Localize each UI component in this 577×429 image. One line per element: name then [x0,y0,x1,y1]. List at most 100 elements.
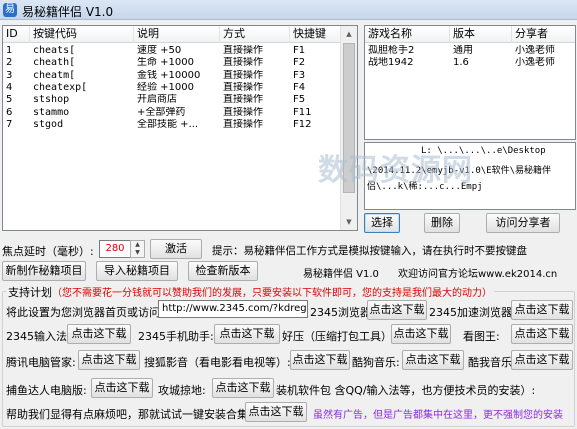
column-header-sharer[interactable]: 分享者 [512,26,575,43]
download-phone-helper-button[interactable]: 点击这下载 [214,324,280,344]
cell-desc: 开启商店 [137,94,177,106]
activate-button[interactable]: 激活 [150,239,202,259]
spin-up-icon[interactable]: ▲ [131,241,144,249]
cell-id: 5 [6,94,13,106]
download-siege-button[interactable]: 点击这下载 [212,378,274,398]
scroll-down-arrow-icon[interactable]: ▼ [341,214,357,230]
title-bar: 易 易秘籍伴侣 V1.0 [0,0,577,20]
cheat-list-scrollbar[interactable]: ▲ ▼ [340,26,357,230]
column-header-hotkey[interactable]: 快捷键 [290,26,343,43]
cell-id: 2 [6,57,13,69]
delete-button[interactable]: 删除 [424,213,460,233]
cell-desc: 金钱 +10000 [137,69,201,81]
new-cheat-button[interactable]: 新制作秘籍项目 [2,261,86,281]
homepage-url-input[interactable]: http://www.2345.com/?kdreg [158,300,308,318]
cell-desc: 生命 +1000 [137,57,195,69]
spin-down-icon[interactable]: ▼ [131,249,144,257]
cell-id: 7 [6,118,13,130]
game-list[interactable]: 游戏名称 版本 分享者 孤胆枪手2 通用 小逸老师 战地1942 1.6 小逸老师 [364,25,576,140]
cell-id: 1 [6,45,13,56]
fast-browser-label: 2345加速浏览器: [429,306,516,319]
image-viewer-label: 看图王: [463,330,500,343]
cell-hotkey: F12 [293,118,312,130]
cell-desc: 经验 +1000 [137,81,195,93]
cell-code: cheatexp[ [33,81,88,93]
cell-game-name: 孤胆枪手2 [368,45,415,56]
table-row[interactable]: 1 cheats[速度 +50 直接操作 F1 [3,45,343,57]
download-fast-browser-button[interactable]: 点击这下载 [511,300,573,320]
delay-label: 焦点延时（毫秒）: [2,245,94,258]
download-all-in-one-button[interactable]: 点击这下载 [245,402,307,422]
download-browser-button[interactable]: 点击这下载 [367,300,427,320]
cell-id: 4 [6,81,13,93]
support-title: 支持计划 [8,286,52,299]
phone-helper-label: 2345手机助手: [138,330,214,343]
import-cheat-button[interactable]: 导入秘籍项目 [96,261,178,281]
download-fishing-button[interactable]: 点击这下载 [91,378,153,398]
window-title: 易秘籍伴侣 V1.0 [22,5,114,19]
scroll-up-arrow-icon[interactable]: ▲ [341,26,357,42]
app-logo-icon: 易 [3,3,17,17]
table-row[interactable]: 5 stshop 开启商店 直接操作 F5 [3,94,343,106]
cheat-list-header: ID 按键代码 说明 方式 快捷键 [3,26,343,43]
check-version-button[interactable]: 检查新版本 [188,261,258,281]
homepage-label: 将此设置为您浏览器首页或访问: [6,306,164,319]
table-row[interactable]: 4 cheatexp[ 经验 +1000 直接操作 F4 [3,82,343,94]
table-row[interactable]: 6 stammo +全部弹药 直接操作 F11 [3,107,343,119]
watermark: 数码资源网 [318,153,473,188]
cell-desc: +全部弹药 [137,106,186,118]
cell-hotkey: F4 [293,81,306,93]
cell-mode: 直接操作 [223,94,263,106]
browser-label: 2345浏览器: [310,306,375,319]
delay-spinner[interactable]: ▲ ▼ [130,240,145,258]
download-kugou-button[interactable]: 点击这下载 [402,350,464,370]
table-row[interactable]: 孤胆枪手2 通用 小逸老师 [365,45,575,57]
siege-label: 攻城掠地: [158,384,206,397]
column-header-version[interactable]: 版本 [450,26,512,43]
cell-hotkey: F2 [293,57,306,69]
input-method-label: 2345输入法: [6,330,71,343]
cheat-list[interactable]: ID 按键代码 说明 方式 快捷键 1 cheats[速度 +50 直接操作 F1 2 c… [2,25,358,231]
column-header-id[interactable]: ID [3,26,30,43]
cell-mode: 直接操作 [223,81,263,93]
cell-code: cheatm[ [33,69,76,81]
download-input-method-button[interactable]: 点击这下载 [67,324,131,344]
app-version-label: 易秘籍伴侣 V1.0 [303,269,379,280]
table-row[interactable]: 2 cheath[生命 +1000 直接操作 F2 [3,57,343,69]
cell-code: stgod [33,118,64,130]
tencent-manager-label: 腾讯电脑管家: [6,356,76,369]
download-haozip-button[interactable]: 点击这下载 [391,324,451,344]
select-button[interactable]: 选择 [364,213,400,233]
column-header-game-name[interactable]: 游戏名称 [365,26,450,43]
ad-note: 虽然有广告，但是广告都集中在这里，更不强制您的安装 [313,410,563,421]
cell-code: cheath[ [33,57,76,69]
visit-sharer-button[interactable]: 访问分享者 [486,213,560,233]
cell-code: stshop [33,94,70,106]
cell-hotkey: F3 [293,69,306,81]
cell-code: cheats[ [33,45,76,56]
fishing-label: 捕鱼达人电脑版: [6,384,87,397]
column-header-code[interactable]: 按键代码 [30,26,134,43]
column-header-desc[interactable]: 说明 [134,26,220,43]
table-row[interactable]: 7 stgod 全部技能 +... 直接操作 F12 [3,119,343,131]
download-tencent-manager-button[interactable]: 点击这下载 [78,350,140,370]
cell-id: 6 [6,106,13,118]
forum-link[interactable]: 欢迎访问官方论坛www.ek2014.cn [398,265,557,280]
cell-sharer: 小逸老师 [515,45,555,56]
sohu-video-label: 搜狐影音（看电影看电视等）: [144,356,291,369]
table-row[interactable]: 战地1942 1.6 小逸老师 [365,57,575,69]
support-subtitle: （您不需要花一分钱就可以赞助我们的发展，只要安装以下软件即可，您的支持是我们最大… [52,288,492,299]
column-header-mode[interactable]: 方式 [220,26,290,43]
cell-hotkey: F5 [293,94,306,106]
delay-input[interactable]: 280 [99,240,131,258]
download-image-viewer-button[interactable]: 点击这下载 [511,324,573,344]
download-kuwo-button[interactable]: 点击这下载 [511,350,573,370]
cell-mode: 直接操作 [223,118,263,130]
table-row[interactable]: 3 cheatm[ 金钱 +10000 直接操作 F3 [3,70,343,82]
cell-version: 1.6 [453,57,469,69]
cell-game-name: 战地1942 [368,57,414,69]
cell-id: 3 [6,69,13,81]
download-sohu-video-button[interactable]: 点击这下载 [290,350,350,370]
cell-hotkey: F1 [293,45,306,56]
cell-mode: 直接操作 [223,69,263,81]
